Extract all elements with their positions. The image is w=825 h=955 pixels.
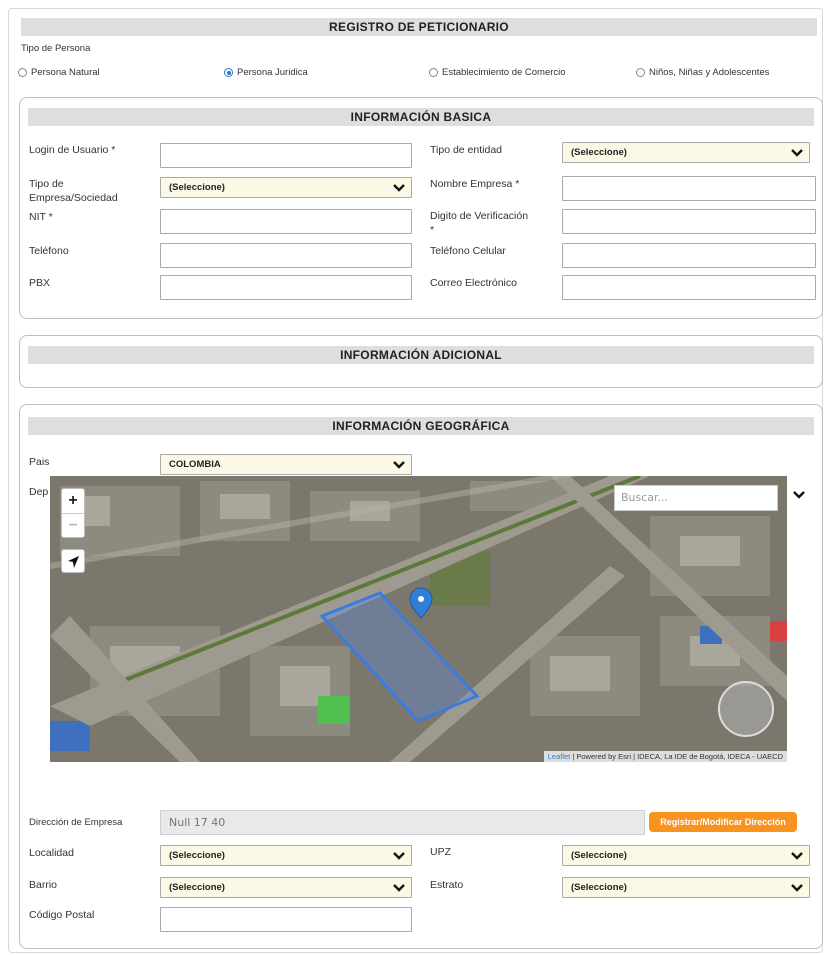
register-address-button[interactable]: Registrar/Modificar Dirección [649,812,797,832]
select-value: (Seleccione) [571,850,627,861]
stratum-label: Estrato [430,879,464,891]
radio-circle-selected[interactable] [224,68,233,77]
radio-ninos[interactable]: Niños, Niñas y Adolescentes [636,67,769,78]
attribution-text: | Powered by Esri | IDECA, La IDE de Bog… [570,752,783,761]
radio-circle[interactable] [429,68,438,77]
entity-type-label: Tipo de entidad [430,144,502,156]
select-value: COLOMBIA [169,459,221,470]
nit-input[interactable] [160,209,412,234]
country-label: Pais [29,456,50,468]
section-title: INFORMACIÓN ADICIONAL [28,346,814,364]
additional-info-section[interactable]: INFORMACIÓN ADICIONAL [19,335,823,388]
company-type-label-2: Empresa/Sociedad [29,192,118,204]
chevron-down-icon [393,884,405,892]
pbx-label: PBX [29,277,51,289]
locality-label: Localidad [29,847,74,859]
mobile-label: Teléfono Celular [430,245,506,257]
address-label: Dirección de Empresa [29,817,123,828]
radio-label: Niños, Niñas y Adolescentes [649,67,770,78]
stratum-select[interactable]: (Seleccione) [562,877,810,898]
radio-circle[interactable] [636,68,645,77]
neighborhood-select[interactable]: (Seleccione) [160,877,412,898]
select-value: (Seleccione) [571,147,627,158]
section-title: INFORMACIÓN GEOGRÁFICA [28,417,814,435]
map-attribution: Leaflet | Powered by Esri | IDECA, La ID… [543,751,787,762]
login-label: Login de Usuario * [29,144,116,156]
page-title: REGISTRO DE PETICIONARIO [21,18,817,36]
section-title: INFORMACIÓN BASICA [28,108,814,126]
navigation-arrow-icon [68,556,79,568]
mobile-input[interactable] [562,243,816,268]
zoom-control: + − [61,488,85,538]
zoom-in-button[interactable]: + [62,489,84,513]
leaflet-link[interactable]: Leaflet [548,752,571,761]
zoom-out-button[interactable]: − [62,513,84,537]
neighborhood-label: Barrio [29,879,58,891]
locality-select[interactable]: (Seleccione) [160,845,412,866]
login-input[interactable] [160,143,412,168]
nit-label: NIT * [29,211,53,223]
chevron-down-icon [791,149,803,157]
select-value: (Seleccione) [169,882,225,893]
radio-label: Establecimiento de Comercio [442,67,566,78]
department-label: Dep [29,486,49,498]
select-value: (Seleccione) [169,850,225,861]
chevron-down-icon[interactable] [792,488,806,502]
company-name-input[interactable] [562,176,816,201]
persona-type-label: Tipo de Persona [21,43,91,54]
locate-button[interactable] [61,549,85,573]
radio-circle[interactable] [18,68,27,77]
radio-label: Persona Natural [31,67,100,78]
chevron-down-icon [393,852,405,860]
chevron-down-icon [791,884,803,892]
email-input[interactable] [562,275,816,300]
map-view[interactable]: + − Buscar... Leaflet | Powered by Esri … [50,476,787,762]
check-digit-label-1: Digito de Verificación [430,210,529,222]
radio-persona-juridica[interactable]: Persona Juridica [224,67,308,78]
map-search-input[interactable]: Buscar... [614,485,778,511]
chevron-down-icon [393,461,405,469]
chevron-down-icon [393,184,405,192]
company-type-label-1: Tipo de [29,178,64,190]
satellite-imagery[interactable] [50,476,787,762]
radio-establecimiento[interactable]: Establecimiento de Comercio [429,67,566,78]
phone-input[interactable] [160,243,412,268]
address-input[interactable]: Null 17 40 [160,810,645,835]
select-value: (Seleccione) [169,182,225,193]
select-value: (Seleccione) [571,882,627,893]
radio-persona-natural[interactable]: Persona Natural [18,67,100,78]
postal-code-input[interactable] [160,907,412,932]
phone-label: Teléfono [29,245,69,257]
upz-label: UPZ [430,846,451,858]
check-digit-input[interactable] [562,209,816,234]
company-name-label: Nombre Empresa * [430,178,520,190]
company-type-select[interactable]: (Seleccione) [160,177,412,198]
country-select[interactable]: COLOMBIA [160,454,412,475]
check-digit-label-2: * [430,224,435,236]
radio-label: Persona Juridica [237,67,308,78]
pbx-input[interactable] [160,275,412,300]
entity-type-select[interactable]: (Seleccione) [562,142,810,163]
minimap-icon[interactable] [718,681,774,737]
email-label: Correo Electrónico [430,277,517,289]
chevron-down-icon [791,852,803,860]
upz-select[interactable]: (Seleccione) [562,845,810,866]
postal-code-label: Código Postal [29,909,95,921]
